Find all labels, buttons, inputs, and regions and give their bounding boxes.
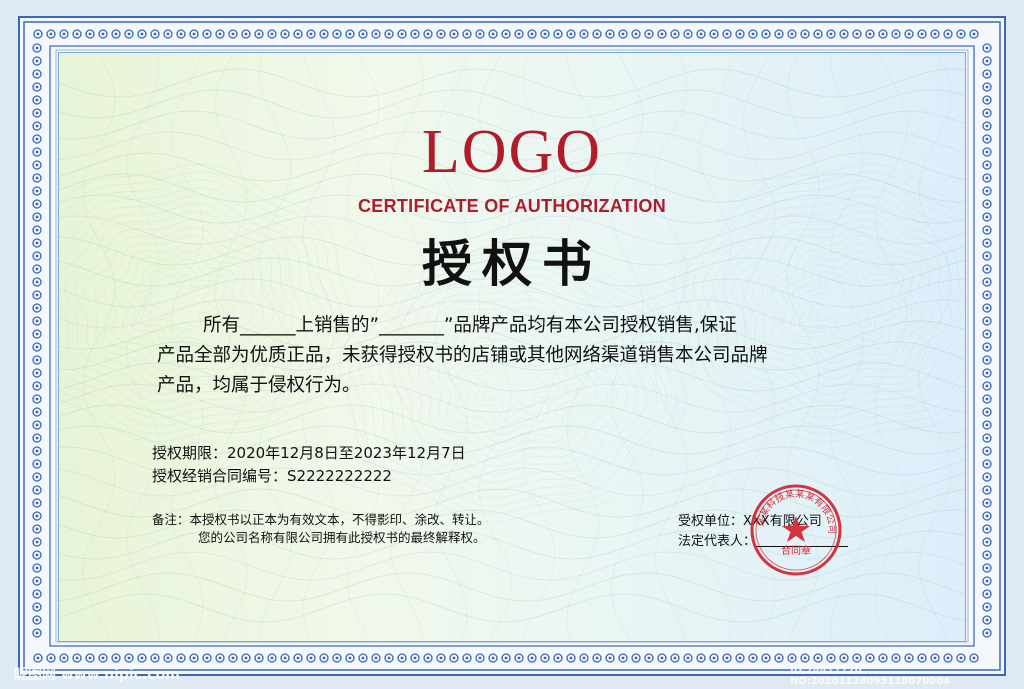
contract-number: 授权经销合同编号：S2222222222: [152, 467, 392, 485]
statement-line-2: 产品全部为优质正品，未获得授权书的店铺或其他网络渠道销售本公司品牌: [157, 345, 768, 366]
company-seal-stamp: 某某科技某某某有限公司 合同章: [750, 484, 842, 576]
watermark-right: ID:24411120 NO:20201128095118070004: [790, 665, 951, 687]
stamp-star-icon: [782, 516, 810, 542]
authorization-statement: 所有______上销售的”_______”品牌产品均有本公司授权销售,保证 产品…: [157, 311, 897, 401]
authorization-period: 授权期限：2020年12月8日至2023年12月7日: [152, 444, 466, 462]
certificate-title: 授权书: [422, 234, 602, 293]
remark-line-1: 备注：本授权书以正本为有效文本，不得影印、涂改、转让。: [152, 512, 490, 527]
logo-text: LOGO: [421, 118, 603, 186]
stamp-label: 合同章: [781, 544, 811, 557]
legal-representative-label: 法定代表人：: [678, 534, 757, 549]
certificate-subtitle: CERTIFICATE OF AUTHORIZATION: [357, 196, 667, 216]
remark-line-2: 您的公司名称有限公司拥有此授权书的最终解释权。: [198, 530, 486, 545]
watermark-left: 昵图网 www.nipic.com: [14, 667, 180, 683]
statement-line-1: 所有______上销售的”_______”品牌产品均有本公司授权销售,保证: [203, 315, 737, 336]
statement-line-3: 产品，均属于侵权行为。: [157, 375, 361, 396]
